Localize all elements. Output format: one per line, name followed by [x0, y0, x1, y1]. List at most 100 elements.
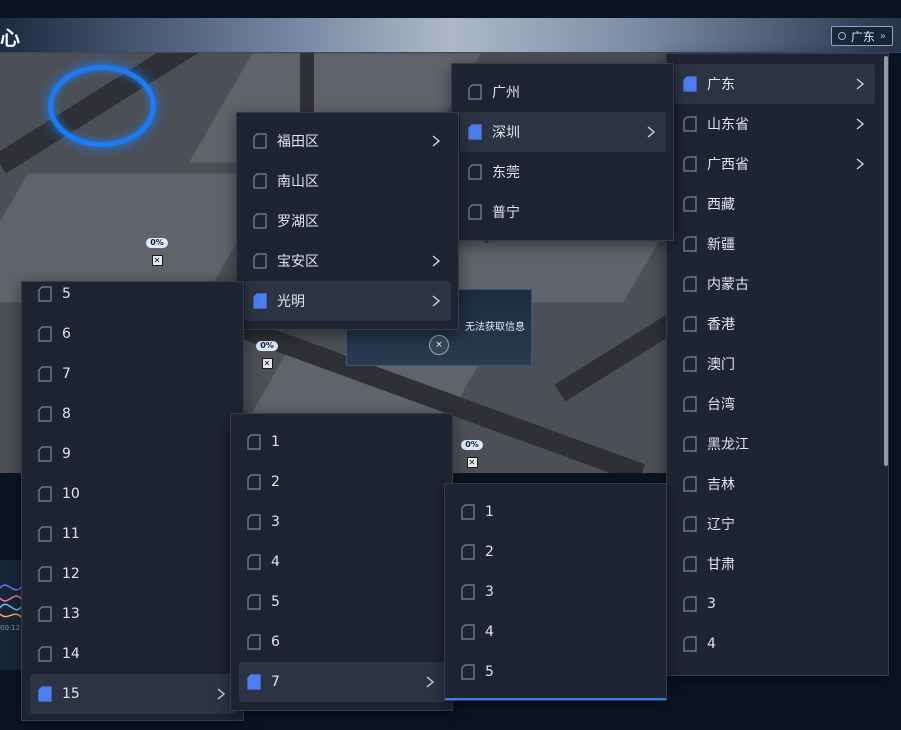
dropdown-item[interactable]: 吉林 — [675, 464, 875, 504]
document-icon — [38, 286, 52, 302]
dropdown-item-label: 8 — [62, 406, 71, 422]
dropdown-item-label: 6 — [62, 326, 71, 342]
dropdown-item-label: 光明 — [277, 294, 305, 310]
document-icon — [683, 356, 697, 372]
wall — [554, 310, 666, 402]
dropdown-item[interactable]: 东莞 — [460, 152, 666, 192]
document-icon — [683, 196, 697, 212]
dropdown-item-label: 普宁 — [492, 205, 520, 221]
dropdown-item[interactable]: 15 — [30, 674, 236, 714]
dropdown-item-label: 东莞 — [492, 165, 520, 181]
chevron-right-icon — [217, 688, 226, 700]
popup-close-button[interactable]: × — [429, 335, 449, 355]
dropdown-item[interactable]: 广东 — [675, 64, 875, 104]
close-box-icon: ✕ — [466, 457, 478, 468]
dropdown-item[interactable]: 9 — [30, 434, 236, 474]
dropdown-item[interactable]: 台湾 — [675, 384, 875, 424]
region-selector-label: 广东 — [850, 29, 875, 44]
dropdown-item[interactable]: 香港 — [675, 304, 875, 344]
status-marker[interactable]: 0% ✕ — [256, 341, 278, 370]
dropdown-item-label: 15 — [62, 686, 80, 702]
dropdown-item[interactable]: 2 — [239, 462, 445, 502]
dropdown-item-label: 2 — [485, 544, 494, 560]
document-icon — [38, 366, 52, 382]
dropdown-item-label: 山东省 — [707, 117, 749, 133]
dropdown-item[interactable]: 辽宁 — [675, 504, 875, 544]
dropdown-item[interactable]: 新疆 — [675, 224, 875, 264]
dropdown-item[interactable]: 8 — [30, 394, 236, 434]
dropdown-item-label: 3 — [485, 584, 494, 600]
dropdown-item[interactable]: 3 — [453, 572, 659, 612]
document-icon — [683, 516, 697, 532]
dropdown-item[interactable]: 内蒙古 — [675, 264, 875, 304]
dropdown-item[interactable]: 4 — [675, 624, 875, 664]
region-selector[interactable]: 广东 » — [830, 26, 893, 46]
marker-percent: 0% — [256, 341, 278, 351]
document-icon — [683, 76, 697, 92]
dropdown-item-label: 西藏 — [707, 197, 735, 213]
dropdown-item[interactable]: 7 — [30, 354, 236, 394]
dropdown-item[interactable]: 7 — [239, 662, 445, 702]
dropdown-item[interactable]: 4 — [239, 542, 445, 582]
dropdown-item-label: 1 — [485, 504, 494, 520]
document-icon — [38, 446, 52, 462]
document-icon — [38, 686, 52, 702]
dropdown-item[interactable]: 12 — [30, 554, 236, 594]
dropdown-item[interactable]: 2 — [453, 532, 659, 572]
dropdown-item[interactable]: 5 — [239, 582, 445, 622]
dropdown-item[interactable]: 1 — [453, 492, 659, 532]
dropdown-item[interactable]: 4 — [453, 612, 659, 652]
dropdown-item[interactable]: 宝安区 — [245, 241, 451, 281]
document-icon — [247, 514, 261, 530]
close-box-icon: ✕ — [261, 358, 273, 369]
dropdown-item[interactable]: 14 — [30, 634, 236, 674]
document-icon — [461, 664, 475, 680]
dropdown-item[interactable]: 6 — [30, 314, 236, 354]
dropdown-item[interactable]: 6 — [239, 622, 445, 662]
dropdown-item-label: 14 — [62, 646, 80, 662]
dropdown-item-label: 澳门 — [707, 357, 735, 373]
dropdown-item[interactable]: 深圳 — [460, 112, 666, 152]
dropdown-item[interactable]: 普宁 — [460, 192, 666, 232]
province-scrollbar[interactable] — [884, 56, 888, 466]
dropdown-item[interactable]: 3 — [675, 584, 875, 624]
marker-percent: 0% — [461, 440, 483, 450]
dropdown-item[interactable]: 西藏 — [675, 184, 875, 224]
dropdown-item[interactable]: 黑龙江 — [675, 424, 875, 464]
chevron-right-icon — [856, 158, 865, 170]
dropdown-item[interactable]: 福田区 — [245, 121, 451, 161]
chevron-right-icon — [856, 78, 865, 90]
dropdown-item[interactable]: 广西省 — [675, 144, 875, 184]
status-marker[interactable]: 0% ✕ — [146, 238, 168, 267]
top-bar: 心 广东 » — [0, 18, 901, 53]
dropdown-item[interactable]: 广州 — [460, 72, 666, 112]
document-icon — [461, 624, 475, 640]
screen: 心 广东 » 0% ✕ 0% ✕ 0% ✕ 无法获取信息 × 00:12 广东 … — [0, 0, 901, 730]
document-icon — [38, 606, 52, 622]
dropdown-item[interactable]: 甘肃 — [675, 544, 875, 584]
status-marker[interactable]: 0% ✕ — [461, 440, 483, 469]
dropdown-item[interactable]: 1 — [239, 422, 445, 462]
dropdown-item[interactable]: 5 — [30, 282, 236, 314]
dropdown-item-label: 广东 — [707, 77, 735, 93]
dropdown-item[interactable]: 3 — [239, 502, 445, 542]
document-icon — [253, 253, 267, 269]
dropdown-item[interactable]: 南山区 — [245, 161, 451, 201]
dropdown-item[interactable]: 10 — [30, 474, 236, 514]
dropdown-item-label: 深圳 — [492, 125, 520, 141]
document-icon — [38, 406, 52, 422]
document-icon — [683, 156, 697, 172]
document-icon — [683, 236, 697, 252]
dropdown-item[interactable]: 山东省 — [675, 104, 875, 144]
dropdown-item[interactable]: 5 — [453, 652, 659, 692]
dropdown-item-label: 7 — [271, 674, 280, 690]
dropdown-item[interactable]: 罗湖区 — [245, 201, 451, 241]
document-icon — [683, 636, 697, 652]
dropdown-item[interactable]: 澳门 — [675, 344, 875, 384]
dropdown-item-label: 辽宁 — [707, 517, 735, 533]
city-dropdown: 广州深圳东莞普宁 — [451, 63, 674, 241]
dropdown-item[interactable]: 11 — [30, 514, 236, 554]
dropdown-item[interactable]: 13 — [30, 594, 236, 634]
dropdown-item[interactable]: 光明 — [245, 281, 451, 321]
document-icon — [683, 276, 697, 292]
